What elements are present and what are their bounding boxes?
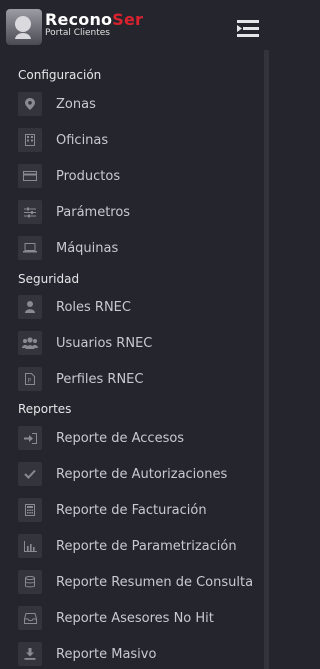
menu-item-label: Reporte Masivo [56, 646, 157, 662]
sliders-icon [18, 200, 42, 224]
head-profile-icon [6, 9, 42, 45]
menu-item-label: Zonas [56, 96, 96, 112]
menu-item-label: Usuarios RNEC [56, 335, 153, 351]
menu-item-label: Productos [56, 168, 121, 184]
menu-item-usuarios-rnec[interactable]: Usuarios RNEC [18, 330, 258, 356]
calculator-icon [18, 498, 42, 522]
menu-item-reporte-asesores-no-hit[interactable]: Reporte Asesores No Hit [18, 605, 258, 631]
menu-item-reporte-autorizaciones[interactable]: Reporte de Autorizaciones [18, 461, 258, 487]
menu-item-productos[interactable]: Productos [18, 163, 258, 189]
section-title-reportes: Reportes [18, 402, 72, 416]
user-icon [18, 295, 42, 319]
scrollbar[interactable] [264, 50, 269, 669]
menu-item-label: Reporte de Accesos [56, 430, 185, 446]
menu-item-label: Reporte Resumen de Consulta [56, 574, 254, 590]
menu-item-label: Perfiles RNEC [56, 371, 144, 387]
menu-item-reporte-resumen-consulta[interactable]: Reporte Resumen de Consulta [18, 569, 258, 595]
laptop-icon [18, 236, 42, 260]
bar-chart-icon [18, 534, 42, 558]
file-icon: P [18, 367, 42, 391]
building-icon [18, 128, 42, 152]
menu-item-label: Oficinas [56, 132, 109, 148]
brand[interactable]: ReconoSer Portal Clientes [45, 11, 143, 38]
menu-item-label: Máquinas [56, 240, 119, 256]
section-title-configuracion: Configuración [18, 68, 102, 82]
menu-item-label: Roles RNEC [56, 299, 131, 315]
menu-item-oficinas[interactable]: Oficinas [18, 127, 258, 153]
menu-item-label: Reporte Asesores No Hit [56, 610, 214, 626]
menu-item-label: Reporte de Autorizaciones [56, 466, 228, 482]
menu-item-perfiles-rnec[interactable]: P Perfiles RNEC [18, 366, 258, 392]
credit-card-icon [18, 164, 42, 188]
menu-item-reporte-facturacion[interactable]: Reporte de Facturación [18, 497, 258, 523]
brand-name: ReconoSer [45, 10, 144, 29]
menu-item-reporte-masivo[interactable]: Reporte Masivo [18, 641, 258, 667]
map-marker-icon [18, 92, 42, 116]
menu-item-maquinas[interactable]: Máquinas [18, 235, 258, 261]
sidebar: ReconoSer Portal Clientes Configuración … [0, 0, 269, 669]
sign-in-icon [18, 426, 42, 450]
users-icon [18, 331, 42, 355]
menu-item-reporte-accesos[interactable]: Reporte de Accesos [18, 425, 258, 451]
sidebar-header: ReconoSer Portal Clientes [0, 0, 269, 50]
menu-item-label: Parámetros [56, 204, 131, 220]
database-icon [18, 570, 42, 594]
menu-item-label: Reporte de Facturación [56, 502, 207, 518]
inbox-icon [18, 606, 42, 630]
download-icon [18, 642, 42, 666]
svg-text:P: P [28, 378, 32, 385]
menu-collapse-icon[interactable] [237, 20, 259, 37]
menu-item-zonas[interactable]: Zonas [18, 91, 258, 117]
menu-item-label: Reporte de Parametrización [56, 538, 237, 554]
section-title-seguridad: Seguridad [18, 272, 80, 286]
menu-item-reporte-parametrizacion[interactable]: Reporte de Parametrización [18, 533, 258, 559]
check-icon [18, 462, 42, 486]
menu-item-roles-rnec[interactable]: Roles RNEC [18, 294, 258, 320]
brand-subtitle: Portal Clientes [45, 28, 110, 38]
menu-item-parametros[interactable]: Parámetros [18, 199, 258, 225]
